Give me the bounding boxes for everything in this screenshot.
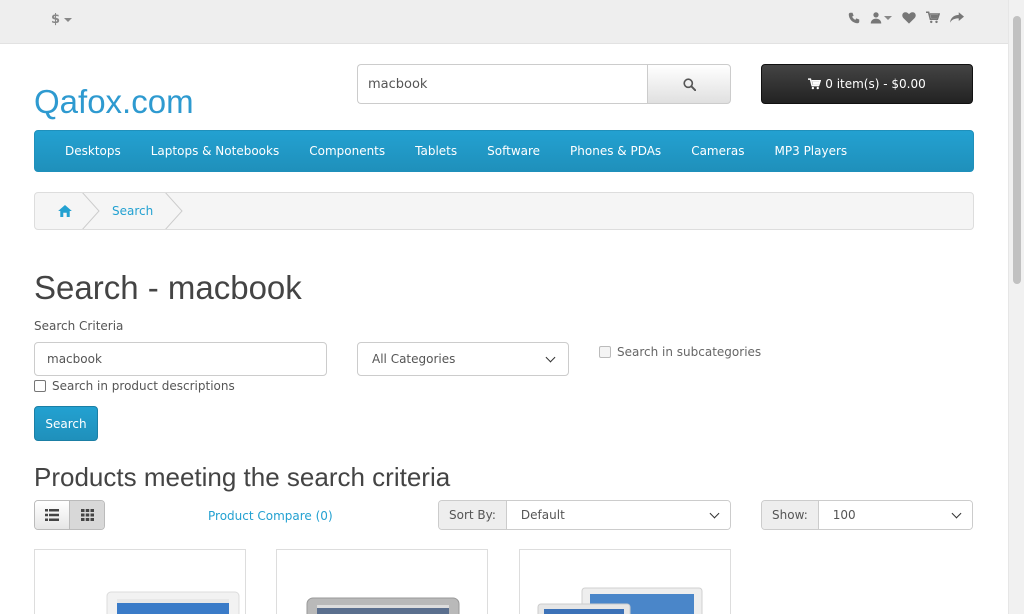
sort-by-group: Sort By: Default [438,500,731,530]
account-dropdown[interactable] [870,11,892,24]
show-limit-select[interactable]: 100 [818,501,972,529]
menu-item-software[interactable]: Software [472,130,555,172]
top-links [848,11,964,24]
category-selected: All Categories [372,352,456,366]
product-card[interactable] [519,549,731,614]
cart-icon [808,78,822,90]
chevron-down-icon [709,508,720,518]
sort-by-label: Sort By: [439,501,507,529]
breadcrumb-separator [82,193,100,229]
checkout-link[interactable] [950,11,964,24]
menu-item-mp3[interactable]: MP3 Players [760,130,863,172]
grid-view-button[interactable] [69,501,104,529]
show-limit-selected: 100 [832,508,856,522]
product-image [537,587,703,614]
descriptions-label: Search in product descriptions [52,379,235,393]
sort-by-selected: Default [520,508,565,522]
descriptions-checkbox[interactable]: Search in product descriptions [34,379,235,393]
header-search-input[interactable] [357,64,647,104]
page-title: Search - macbook [34,269,302,306]
menu-item-tablets[interactable]: Tablets [400,130,472,172]
product-image [306,597,460,614]
site-logo[interactable]: Qafox.com [34,82,194,122]
caret-down-icon [64,17,73,22]
wishlist-link[interactable] [902,11,916,24]
search-icon [682,77,696,91]
shopping-cart-link[interactable] [926,11,940,24]
product-card[interactable] [276,549,488,614]
currency-dropdown[interactable]: $ [51,12,73,27]
search-criteria-input[interactable] [34,342,327,376]
subcategories-label: Search in subcategories [617,345,762,359]
menu-item-desktops[interactable]: Desktops [50,130,136,172]
category-select[interactable]: All Categories [357,342,569,376]
phone-link[interactable] [848,12,860,24]
breadcrumb: Search [34,192,974,230]
caret-down-icon [884,15,892,20]
sort-by-select[interactable]: Default [506,501,730,529]
top-bar: $ [0,0,1008,44]
phone-icon [848,12,860,23]
chevron-down-icon [951,508,962,518]
menu-item-components[interactable]: Components [294,130,400,172]
products-heading: Products meeting the search criteria [34,462,451,492]
menu-item-phones[interactable]: Phones & PDAs [555,130,676,172]
chevron-down-icon [545,352,556,362]
main-menu: Desktops Laptops & Notebooks Components … [34,130,974,172]
menu-item-cameras[interactable]: Cameras [676,130,759,172]
scrollbar-thumb[interactable] [1013,16,1021,284]
header-search [357,64,731,104]
breadcrumb-search[interactable]: Search [112,193,153,229]
checkbox-box [34,380,46,392]
share-icon [950,12,964,23]
user-icon [870,12,882,24]
product-compare-link[interactable]: Product Compare (0) [208,509,333,523]
breadcrumb-separator [165,193,183,229]
search-criteria-label: Search Criteria [34,319,124,333]
cart-icon [926,11,940,24]
currency-symbol: $ [51,12,61,27]
list-view-button[interactable] [35,501,69,529]
grid-icon [80,509,94,521]
heart-icon [902,12,916,24]
menu-item-laptops[interactable]: Laptops & Notebooks [136,130,294,172]
checkbox-box [599,346,611,358]
cart-total: 0 item(s) - $0.00 [825,77,926,91]
view-toggle [34,500,105,530]
show-label: Show: [762,501,819,529]
home-icon [58,205,72,217]
search-button[interactable]: Search [34,406,98,441]
list-icon [45,509,59,521]
scrollbar[interactable] [1008,0,1024,614]
header-search-button[interactable] [647,64,731,104]
subcategories-checkbox[interactable]: Search in subcategories [599,345,761,359]
cart-button[interactable]: 0 item(s) - $0.00 [761,64,973,104]
product-image [106,591,240,614]
show-limit-group: Show: 100 [761,500,973,530]
product-card[interactable] [34,549,246,614]
